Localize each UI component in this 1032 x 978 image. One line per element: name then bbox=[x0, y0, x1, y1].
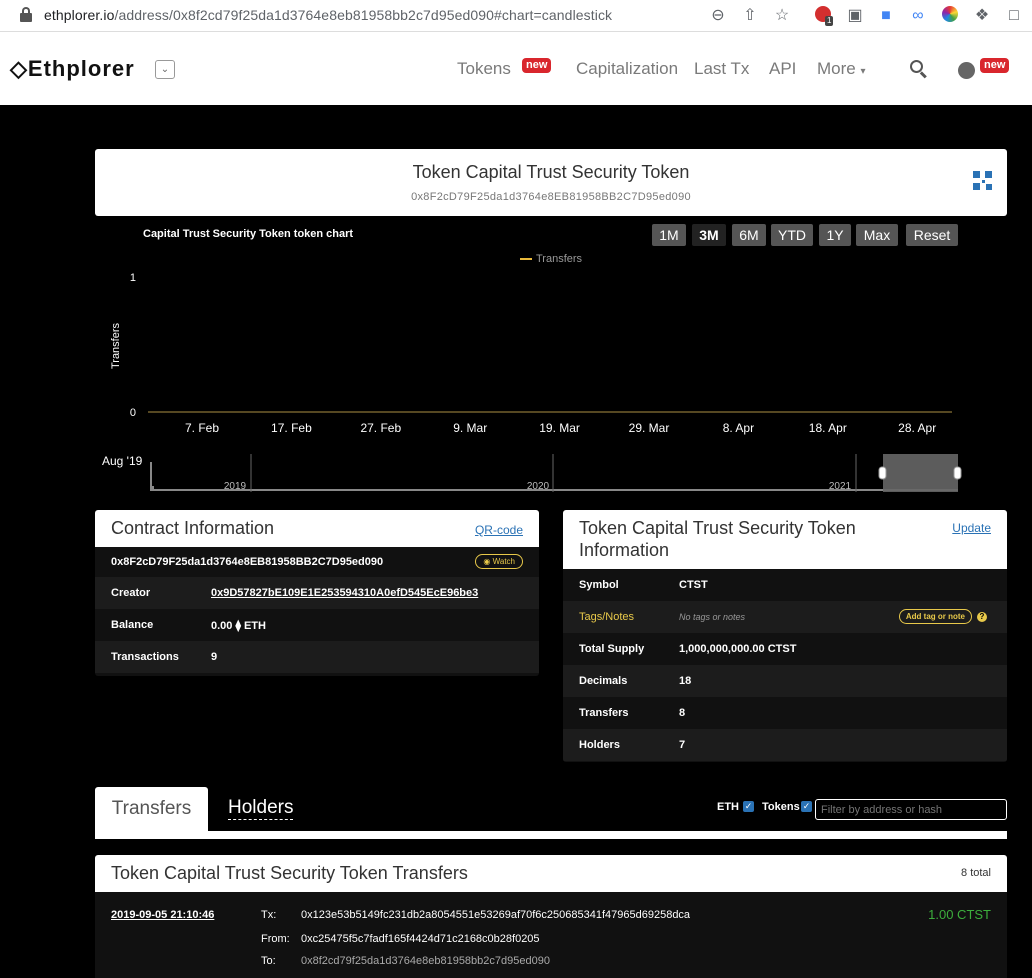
new-badge: new bbox=[980, 58, 1010, 73]
new-badge: new bbox=[522, 58, 552, 73]
x-tick-label: 7. Feb bbox=[185, 421, 219, 435]
chevron-down-icon[interactable]: ⌄ bbox=[155, 60, 175, 79]
chart-plot: 0 1 Transfers 7. Feb 17. Feb 27. Feb 9. Mar 19.… bbox=[102, 272, 962, 492]
contract-address: 0x8F2cD79F25da1d3764e8EB81958BB2C7D95ed0… bbox=[111, 556, 384, 568]
help-icon[interactable]: ? bbox=[977, 612, 987, 622]
navigator-year-label: 2021 bbox=[829, 481, 852, 492]
tokens-checkbox[interactable]: ✓ bbox=[801, 801, 812, 812]
transfers-list: 2019-09-05 21:10:46 Tx: 0x123e53b5149fc2… bbox=[95, 892, 1007, 978]
x-tick-label: 9. Mar bbox=[453, 421, 487, 435]
puzzle-icon[interactable]: ❖ bbox=[972, 6, 992, 26]
symbol-row: Symbol CTST bbox=[579, 579, 708, 591]
qr-code-icon[interactable] bbox=[973, 171, 992, 190]
tab-divider bbox=[95, 831, 1007, 839]
tab-transfers[interactable]: Transfers bbox=[95, 787, 208, 831]
tx-hash-link[interactable]: 0x123e53b5149fc231db2a8054551e53269af70f… bbox=[301, 909, 690, 921]
navigator-handle-left bbox=[878, 466, 887, 480]
y-axis-label: Transfers bbox=[110, 322, 122, 369]
card-heading: Contract Information QR-code bbox=[95, 510, 539, 547]
x-tick-label: 17. Feb bbox=[271, 421, 312, 435]
eth-filter-label: ETH bbox=[717, 801, 739, 813]
translate-icon[interactable]: ■ bbox=[876, 6, 896, 26]
extension-icon[interactable]: 1 bbox=[813, 6, 834, 26]
lock-icon[interactable] bbox=[20, 7, 32, 23]
to-address: 0x8f2cd79f25da1d3764e8eb81958bb2c7d95ed0… bbox=[301, 955, 550, 967]
navigator-selection bbox=[883, 454, 958, 492]
decimals-row: Decimals 18 bbox=[563, 665, 1007, 697]
transfer-date-link[interactable]: 2019-09-05 21:10:46 bbox=[111, 909, 214, 921]
caret-down-icon: ▾ bbox=[860, 66, 866, 77]
x-tick-label: 8. Apr bbox=[723, 421, 754, 435]
search-icon[interactable] bbox=[910, 60, 928, 79]
qr-code-link[interactable]: QR-code bbox=[475, 523, 523, 537]
creator-link[interactable]: 0x9D57827bE109E1E253594310A0efD545EcE96b… bbox=[211, 587, 478, 599]
ethplorer-logo[interactable]: ◇Ethplorer bbox=[10, 56, 135, 82]
contract-address-row: 0x8F2cD79F25da1d3764e8EB81958BB2C7D95ed0… bbox=[95, 547, 539, 577]
card-heading: Token Capital Trust Security Token Infor… bbox=[563, 510, 1007, 569]
y-tick-label: 1 bbox=[130, 272, 136, 284]
add-tag-button[interactable]: Add tag or note bbox=[898, 609, 972, 624]
navigator-year-label: 2020 bbox=[527, 481, 550, 492]
tab-holders[interactable]: Holders bbox=[228, 797, 294, 820]
page-title: Token Capital Trust Security Token bbox=[412, 162, 690, 182]
eye-icon: ◉ bbox=[483, 557, 491, 566]
watch-button[interactable]: ◉ Watch bbox=[475, 554, 523, 569]
token-title-card: Token Capital Trust Security Token 0x8F2… bbox=[95, 149, 1007, 216]
update-link[interactable]: Update bbox=[952, 521, 991, 535]
star-icon[interactable]: ☆ bbox=[772, 6, 792, 26]
transfers-heading: Token Capital Trust Security Token Trans… bbox=[95, 855, 1007, 892]
balance-row: Balance 0.00 ⧫ ETH bbox=[111, 619, 266, 632]
transfer-amount: 1.00 CTST bbox=[928, 907, 991, 922]
share-icon[interactable]: ⇧ bbox=[740, 6, 760, 26]
tags-row: Tags/Notes No tags or notes Add tag or n… bbox=[563, 601, 1007, 633]
nav-capitalization[interactable]: Capitalization bbox=[576, 59, 678, 79]
filter-input[interactable] bbox=[815, 799, 1007, 820]
total-supply-row: Total Supply 1,000,000,000.00 CTST bbox=[579, 643, 797, 655]
contract-info-card: Contract Information QR-code 0x8F2cD79F2… bbox=[95, 510, 539, 676]
navigator-handle-right bbox=[953, 466, 962, 480]
y-tick-label: 0 bbox=[130, 407, 136, 419]
creator-row: Creator 0x9D57827bE109E1E253594310A0efD5… bbox=[95, 577, 539, 609]
token-chart: Capital Trust Security Token token chart… bbox=[95, 222, 1007, 502]
from-address-link[interactable]: 0xc25475f5c7fadf165f4424d71c2168c0b28f02… bbox=[301, 933, 540, 945]
navigator-label: Aug '19 bbox=[102, 454, 143, 468]
site-header: ◇Ethplorer ⌄ Tokens new Capitalization L… bbox=[0, 32, 1032, 105]
transfers-row: Transfers 8 bbox=[579, 707, 686, 719]
tokens-filter-label: Tokens bbox=[762, 801, 800, 813]
transactions-row: Transactions 9 bbox=[95, 641, 539, 673]
browser-toolbar: ethplorer.io/address/0x8f2cd79f25da1d376… bbox=[0, 0, 1032, 32]
sidebar-icon[interactable]: □ bbox=[1004, 6, 1024, 26]
nav-api[interactable]: API bbox=[769, 59, 796, 79]
token-address: 0x8F2cD79F25da1d3764e8EB81958BB2C7D95ed0… bbox=[411, 191, 691, 203]
nav-tokens[interactable]: Tokens bbox=[457, 59, 511, 79]
address-bar[interactable]: ethplorer.io/address/0x8f2cd79f25da1d376… bbox=[44, 7, 612, 23]
transfers-count: 8 total bbox=[961, 867, 991, 879]
navigator-year-label: 2019 bbox=[224, 481, 247, 492]
eth-checkbox[interactable]: ✓ bbox=[743, 801, 754, 812]
nav-last-tx[interactable]: Last Tx bbox=[694, 59, 749, 79]
token-info-card: Token Capital Trust Security Token Infor… bbox=[563, 510, 1007, 762]
x-tick-label: 29. Mar bbox=[629, 421, 670, 435]
nav-more[interactable]: More ▾ bbox=[817, 59, 866, 79]
color-picker-icon[interactable] bbox=[940, 6, 960, 26]
zoom-out-icon[interactable]: ⊖ bbox=[708, 6, 728, 26]
holders-row: Holders 7 bbox=[563, 729, 1007, 761]
x-tick-label: 19. Mar bbox=[539, 421, 580, 435]
user-icon[interactable] bbox=[958, 62, 975, 79]
camera-icon[interactable]: ▣ bbox=[845, 6, 865, 26]
x-tick-label: 28. Apr bbox=[898, 421, 936, 435]
x-tick-label: 18. Apr bbox=[809, 421, 847, 435]
x-tick-label: 27. Feb bbox=[360, 421, 401, 435]
link-icon[interactable]: ∞ bbox=[908, 6, 928, 26]
